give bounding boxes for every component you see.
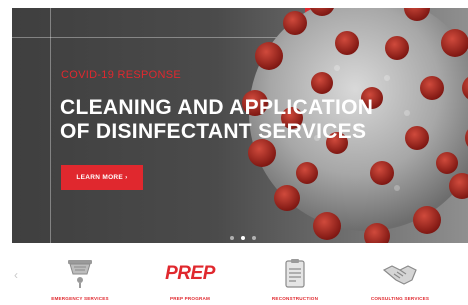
slider-dot[interactable] [230,236,234,240]
slider-dot-active[interactable] [241,236,245,240]
hero-headline: CLEANING AND APPLICATION OF DISINFECTANT… [60,96,420,144]
services-bar: EMERGENCY SERVICES PREP PREP PROGRAM REC… [0,250,468,305]
service-label: CONSULTING SERVICES [370,296,430,301]
slider-dots [230,236,256,240]
service-label: RECONSTRUCTION [271,296,319,301]
service-prep[interactable]: PREP PREP PROGRAM [140,250,240,305]
handshake-icon [382,265,417,285]
clipboard-document-icon [285,259,305,288]
service-label: PREP PROGRAM [169,296,211,301]
hero-slider: COVID-19 RESPONSE CLEANING AND APPLICATI… [12,8,468,243]
headline-line: CLEANING AND APPLICATION [60,96,374,119]
service-reconstruction[interactable]: RECONSTRUCTION [245,250,345,305]
headline-line: OF DISINFECTANT SERVICES [60,120,367,143]
service-consulting[interactable]: CONSULTING SERVICES [350,250,450,305]
learn-more-button[interactable]: LEARN MORE › [61,165,143,190]
service-label: EMERGENCY SERVICES [51,296,109,301]
hero-eyebrow: COVID-19 RESPONSE [61,69,182,81]
decorative-line [50,8,51,243]
slider-dot[interactable] [252,236,256,240]
service-emergency[interactable]: EMERGENCY SERVICES [30,250,130,305]
smoke-detector-icon [68,260,92,288]
prep-logo: PREP [165,263,215,284]
